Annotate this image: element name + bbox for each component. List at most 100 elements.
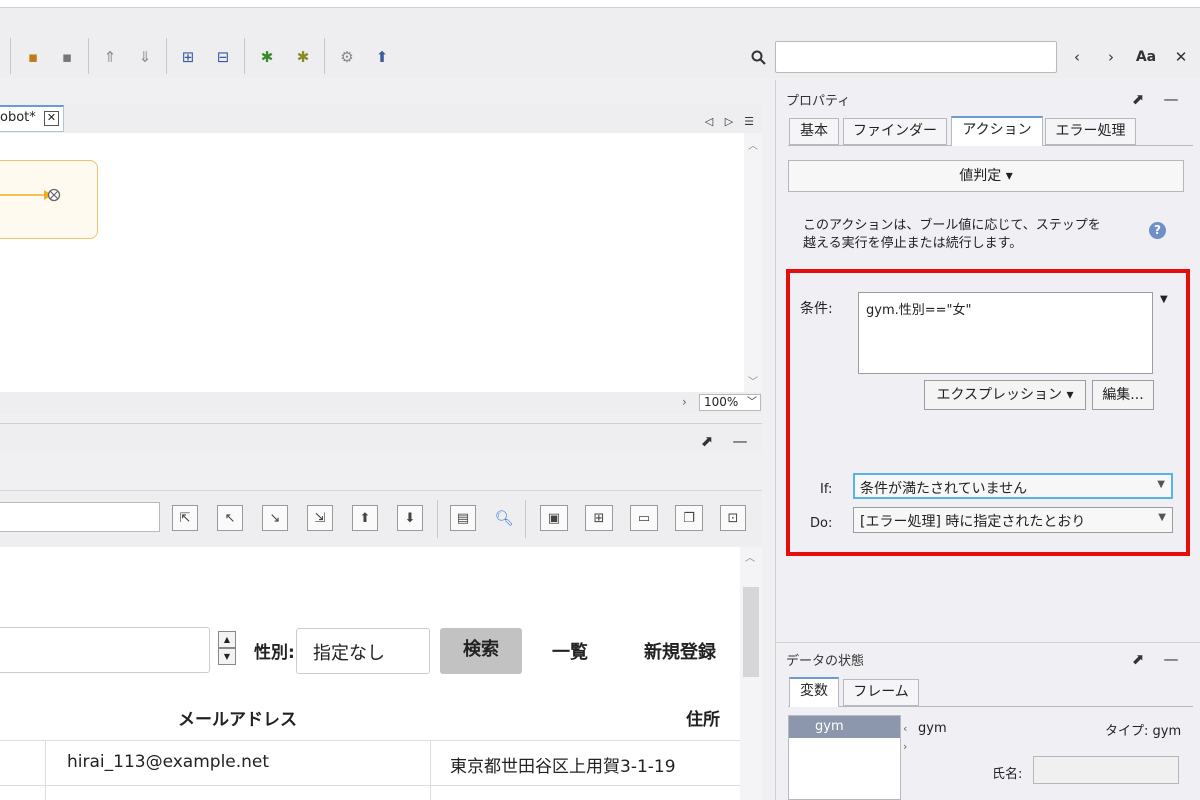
number-field[interactable] [0,627,210,673]
url-input[interactable] [0,502,160,532]
minimize-icon[interactable]: — [733,430,748,452]
table-divider [430,740,431,800]
new-registration-link[interactable]: 新規登録 [644,638,716,664]
settings-icon[interactable]: ⚙ [336,46,358,68]
close-icon[interactable]: ✕ [44,111,59,126]
inspect-icon[interactable]: 🔍︎ [494,507,514,529]
table-divider [0,785,740,786]
tab-robot-label: obot* [0,110,36,125]
bug-step-icon[interactable]: ✱ [292,46,314,68]
help-icon[interactable]: ? [1149,222,1166,239]
delete-capture-icon[interactable]: ▭ [630,505,658,531]
number-stepper[interactable]: ▲ ▼ [218,631,236,667]
nav-bottom-icon[interactable]: ⬇ [397,505,423,531]
table-divider [0,740,740,741]
branch-up-icon[interactable]: ⇑ [99,46,121,68]
close-search-icon[interactable]: ✕ [1172,46,1190,68]
tab-frames[interactable]: フレーム [843,679,919,706]
page-icon[interactable]: ▤ [450,505,476,531]
minimize-icon[interactable]: — [1163,648,1179,670]
search-icon [748,46,768,68]
name-field[interactable] [1033,756,1179,784]
tab-error-handling[interactable]: エラー処理 [1045,118,1136,145]
zoom-capture-icon[interactable]: ⊡ [720,505,746,531]
description-line: 越える実行を停止または続行します。 [803,236,1023,251]
canvas-scrollbar[interactable]: ︿ ﹀ [744,133,762,392]
do-select[interactable]: [エラー処理] 時に指定されたとおり ▼ [853,507,1173,533]
tab-list-icon[interactable]: ☰ [742,110,756,132]
expression-button[interactable]: エクスプレッション ▾ [924,380,1086,410]
maximize-icon[interactable]: ⬈ [1130,88,1146,110]
next-match-icon[interactable]: › [1102,46,1120,68]
tab-underline [788,706,1193,707]
collapse-icon[interactable]: ⊟ [212,46,234,68]
expand-icon[interactable]: ⊞ [177,46,199,68]
nav-top-icon[interactable]: ⬆ [352,505,378,531]
match-case-button[interactable]: Aa [1133,46,1159,68]
condition-textarea[interactable]: gym.性別=="女" [858,292,1153,374]
nav-last-icon[interactable]: ⇲ [307,505,333,531]
browser-panel-header [0,423,762,453]
add-capture-icon[interactable]: ⊞ [585,505,613,531]
title-strip [0,0,1200,8]
tab-action[interactable]: アクション [951,116,1043,146]
nav-up-left-icon[interactable]: ↖ [217,505,243,531]
plugin-icon[interactable]: ▪ [22,46,44,68]
tab-robot[interactable]: obot* ✕ [0,105,64,132]
zoom-select[interactable]: 100% ﹀ [699,394,761,411]
if-select[interactable]: 条件が満たされていません ▼ [853,473,1173,499]
plugin-remove-icon[interactable]: ▪ [56,46,78,68]
condition-dropdown-icon[interactable]: ▼ [1160,294,1168,305]
table-divider [45,740,46,800]
tab-scroll-left-icon[interactable]: ◁ [702,110,716,132]
branch-down-icon[interactable]: ⇓ [134,46,156,68]
previous-match-icon[interactable]: ‹ [1068,46,1086,68]
zoom-bar [0,392,762,414]
flow-canvas[interactable] [0,133,744,392]
stepper-up-icon[interactable]: ▲ [218,631,236,648]
chevron-down-icon: ▼ [1157,479,1165,490]
minimize-icon[interactable]: — [1163,88,1179,110]
collapse-left-icon[interactable]: ‹ [903,722,907,735]
maximize-icon[interactable]: ⬈ [1130,648,1146,670]
tab-scroll-right-icon[interactable]: ▷ [722,110,736,132]
toolbar-separator [437,500,438,538]
search-input[interactable] [775,41,1057,73]
scroll-down-icon[interactable]: ﹀ [748,373,758,388]
stepper-down-icon[interactable]: ▼ [218,648,236,665]
upload-icon[interactable]: ⬆ [371,46,393,68]
nav-down-right-icon[interactable]: ↘ [262,505,288,531]
search-button[interactable]: 検索 [440,628,522,674]
column-header-address: 住所 [686,710,720,730]
action-type-dropdown[interactable]: 値判定 ▾ [788,160,1184,192]
properties-title: プロパティ [786,94,851,109]
chevron-down-icon: ﹀ [747,397,757,408]
tab-variables[interactable]: 変数 [789,677,839,707]
editor-tab-bar [0,103,762,133]
tab-basic[interactable]: 基本 [789,118,839,145]
bug-icon[interactable]: ✱ [256,46,278,68]
flow-connector-arrow [0,188,61,202]
if-select-value: 条件が満たされていません [860,481,1028,497]
capture-icon[interactable]: ▣ [540,505,568,531]
scroll-up-icon[interactable]: ︿ [748,137,758,152]
copy-capture-icon[interactable]: ❐ [675,505,703,531]
nav-first-icon[interactable]: ⇱ [172,505,198,531]
data-state-title: データの状態 [786,654,865,669]
expand-right-icon[interactable]: › [903,740,907,753]
zoom-expand-icon[interactable]: › [682,395,687,409]
chevron-down-icon: ▼ [1158,512,1166,523]
zoom-value: 100% [704,395,739,409]
scroll-up-icon[interactable]: ︿ [745,549,755,564]
toolbar-separator [166,38,167,74]
variable-item[interactable]: gym [789,716,900,738]
toolbar-separator [10,38,11,74]
list-link[interactable]: 一覧 [552,638,588,664]
scroll-thumb[interactable] [743,587,759,677]
maximize-icon[interactable]: ⬈ [700,430,714,452]
browser-scrollbar[interactable]: ︿ [740,547,762,800]
edit-button[interactable]: 編集... [1092,380,1154,410]
tab-finder[interactable]: ファインダー [843,118,947,145]
condition-label: 条件: [800,301,833,317]
gender-select[interactable]: 指定なし [296,628,430,674]
